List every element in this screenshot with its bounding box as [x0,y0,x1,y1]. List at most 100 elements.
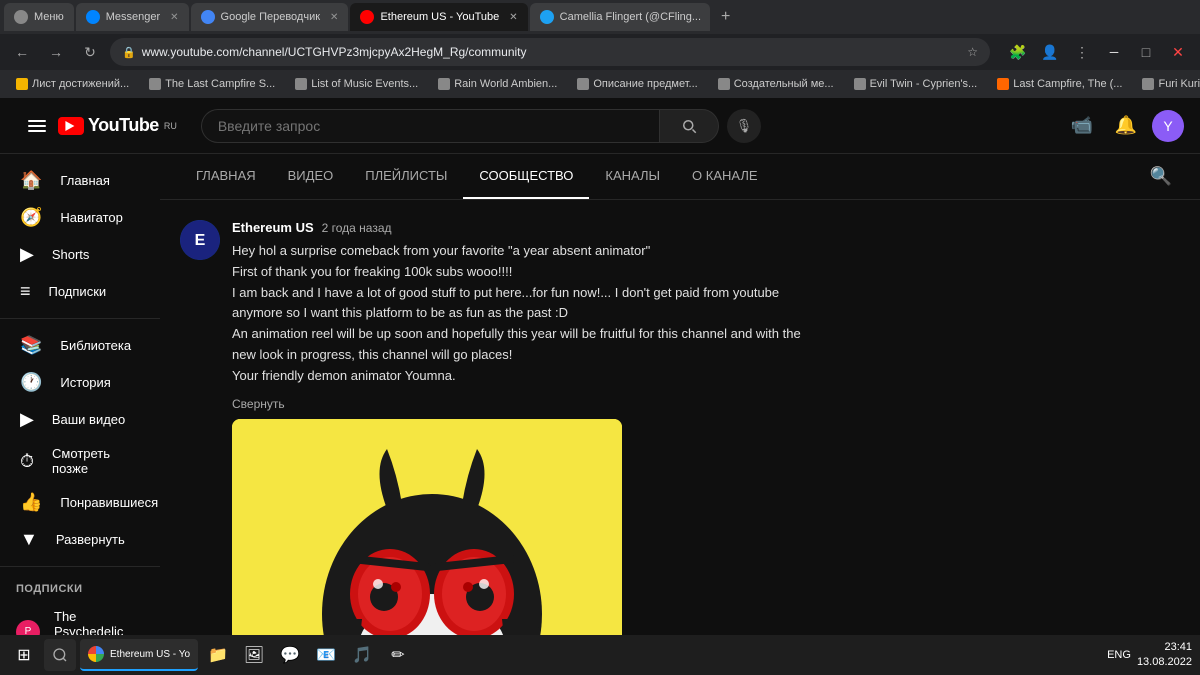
post-text: Hey hol a surprise comeback from your fa… [232,241,920,387]
sidebar-divider [0,318,160,319]
sidebar-item-library[interactable]: 📚 Библиотека [4,327,156,364]
channel-tab-about[interactable]: О КАНАЛЕ [676,154,774,199]
post-collapse-button[interactable]: Свернуть [232,397,920,411]
taskbar-photos-icon[interactable]: 🖼 [238,639,270,671]
user-avatar[interactable]: Y [1152,110,1184,142]
sidebar-item-expand[interactable]: ▼ Развернуть [4,521,156,558]
taskbar-app-chrome[interactable]: Ethereum US - YouTube [80,639,198,671]
start-button[interactable]: ⊞ [8,639,40,671]
tab-translate[interactable]: Google Переводчик ✕ [191,3,349,31]
sidebar-item-history[interactable]: 🕐 История [4,364,156,401]
taskbar-clock: 23:41 13.08.2022 [1137,640,1192,671]
address-bar[interactable]: 🔒 www.youtube.com/channel/UCTGHVPz3mjcpy… [110,38,990,66]
tab-twitter[interactable]: Camellia Flingert (@CFling... ✕ [530,3,710,31]
search-input[interactable] [201,109,659,143]
bookmark-item[interactable]: Last Campfire, The (... [989,76,1130,92]
sidebar-item-home[interactable]: 🏠 Главная [4,162,156,199]
bookmark-item[interactable]: Описание предмет... [569,76,705,92]
watch-later-icon: ⏱ [20,451,34,472]
close-button[interactable]: ✕ [1164,38,1192,66]
your-videos-icon: ▶ [20,409,34,430]
sidebar-item-navigator[interactable]: 🧭 Навигатор [4,199,156,236]
forward-button[interactable]: → [42,38,70,66]
taskbar: ⊞ Ethereum US - YouTube 📁 🖼 💬 📧 🎵 ✏ ENG … [0,635,1200,675]
reload-button[interactable]: ↻ [76,38,104,66]
bookmark-item[interactable]: Furi Kuri (FLCL) Orig... [1134,76,1200,92]
youtube-wordmark: YouTube [88,115,159,136]
svg-text:E: E [195,232,206,249]
post-avatar-inner: E [180,220,220,260]
sidebar-item-shorts[interactable]: ▶ Shorts [4,236,156,273]
minimize-button[interactable]: ─ [1100,38,1128,66]
back-button[interactable]: ← [8,38,36,66]
youtube-logo[interactable]: YouTube RU [58,115,177,136]
sidebar-label-watch-later: Смотреть позже [52,446,140,476]
bookmark-item[interactable]: The Last Campfire S... [141,76,283,92]
bookmark-item[interactable]: Rain World Ambien... [430,76,565,92]
lock-icon: 🔒 [122,46,136,59]
taskbar-file-icon[interactable]: 📁 [202,639,234,671]
notifications-icon[interactable]: 🔔 [1108,108,1144,144]
address-bar-row: ← → ↻ 🔒 www.youtube.com/channel/UCTGHVPz… [0,34,1200,70]
channel-navigation: ГЛАВНАЯ ВИДЕО ПЛЕЙЛИСТЫ СООБЩЕСТВО КАНАЛ… [160,154,1200,200]
post-header: Ethereum US 2 года назад [232,220,920,235]
taskbar-mail-icon[interactable]: 📧 [310,639,342,671]
channel-tab-channels[interactable]: КАНАЛЫ [589,154,676,199]
subscriptions-icon: ≡ [20,281,31,302]
close-icon[interactable]: ✕ [330,12,338,23]
sidebar-item-subscriptions[interactable]: ≡ Подписки [4,273,156,310]
sidebar-label-expand: Развернуть [56,532,125,547]
close-icon[interactable]: ✕ [170,12,178,23]
sidebar-label-library: Библиотека [60,338,131,353]
close-icon[interactable]: ✕ [509,12,517,23]
sidebar-item-your-videos[interactable]: ▶ Ваши видео [4,401,156,438]
chrome-icon [88,646,104,662]
user-profile-icon[interactable]: 👤 [1036,38,1064,66]
bookmark-item[interactable]: List of Music Events... [287,76,426,92]
history-icon: 🕐 [20,372,42,393]
extensions-icon[interactable]: 🧩 [1004,38,1032,66]
sidebar-label-home: Главная [60,173,109,188]
bookmark-item[interactable]: Лист достижений... [8,76,137,92]
maximize-button[interactable]: □ [1132,38,1160,66]
sidebar-label-subscriptions: Подписки [49,284,107,299]
country-label: RU [164,121,177,131]
library-icon: 📚 [20,335,42,356]
main-content: 🏠 Главная 🧭 Навигатор ▶ Shorts ≡ Подписк… [0,154,1200,675]
shorts-icon: ▶ [20,244,34,265]
subscriptions-section-title: ПОДПИСКИ [0,575,160,603]
tab-menu[interactable]: Меню [4,3,74,31]
expand-icon: ▼ [20,529,38,550]
upload-icon[interactable]: 📹 [1064,108,1100,144]
channel-tab-community[interactable]: СООБЩЕСТВО [463,154,589,199]
hamburger-menu-button[interactable] [16,110,58,142]
sidebar-divider [0,566,160,567]
channel-tab-videos[interactable]: ВИДЕО [272,154,350,199]
new-tab-button[interactable]: + [712,3,740,31]
search-button[interactable] [659,109,719,143]
tab-youtube[interactable]: Ethereum US - YouTube ✕ [350,3,527,31]
taskbar-discord-icon[interactable]: 💬 [274,639,306,671]
bookmarks-bar: Лист достижений... The Last Campfire S..… [0,70,1200,98]
channel-tab-playlists[interactable]: ПЛЕЙЛИСТЫ [349,154,463,199]
post-channel-name[interactable]: Ethereum US [232,220,314,235]
more-options-icon[interactable]: ⋮ [1068,38,1096,66]
channel-search-icon[interactable]: 🔍 [1142,158,1180,195]
header-actions: 📹 🔔 Y [1064,108,1184,144]
community-feed: E Ethereum US 2 года назад Hey hol a sur… [160,200,940,675]
search-bar: 🎙 [201,109,761,143]
bookmark-item[interactable]: Evil Twin - Cyprien's... [846,76,986,92]
bookmark-star-icon[interactable]: ☆ [967,45,978,59]
taskbar-music-icon[interactable]: 🎵 [346,639,378,671]
taskbar-search-icon[interactable] [44,639,76,671]
yt-content: ГЛАВНАЯ ВИДЕО ПЛЕЙЛИСТЫ СООБЩЕСТВО КАНАЛ… [160,154,1200,675]
bookmark-item[interactable]: Создательный ме... [710,76,842,92]
sidebar-item-watch-later[interactable]: ⏱ Смотреть позже [4,438,156,484]
channel-avatar-image: E [180,220,220,260]
voice-search-button[interactable]: 🎙 [727,109,761,143]
sidebar-label-history: История [60,375,110,390]
sidebar-item-liked[interactable]: 👍 Понравившиеся [4,484,156,521]
tab-messenger[interactable]: Messenger ✕ [76,3,189,31]
channel-tab-home[interactable]: ГЛАВНАЯ [180,154,272,199]
taskbar-paint-icon[interactable]: ✏ [382,639,414,671]
